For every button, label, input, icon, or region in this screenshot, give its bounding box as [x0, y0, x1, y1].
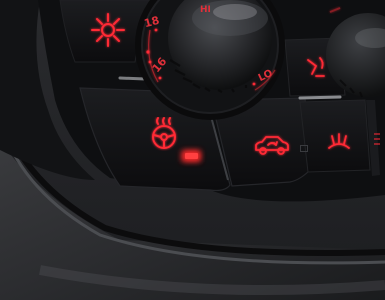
windshield-defrost-button[interactable] — [325, 130, 353, 154]
airflow-icon — [307, 57, 325, 77]
steering-heat-indicator-led — [185, 153, 198, 159]
defrost-icon — [91, 13, 125, 47]
temp-label-16: 16 — [150, 55, 170, 75]
car-recirculation-icon — [255, 136, 289, 155]
rear-defrost-button[interactable] — [88, 10, 128, 50]
airflow-mode-button[interactable] — [302, 54, 330, 82]
side-icon — [372, 130, 382, 148]
steering-wheel-heat-icon — [152, 117, 176, 149]
temp-label-18: 18 — [143, 14, 161, 31]
air-recirculation-button[interactable] — [252, 132, 292, 158]
temp-label-lo: LO — [257, 68, 275, 84]
windshield-defrost-icon — [328, 133, 350, 149]
recirculation-indicator — [300, 145, 308, 152]
steering-wheel-heat-button[interactable] — [148, 117, 180, 151]
climate-control-photo: 18 16 LO HI — [0, 0, 385, 300]
temp-label-hi: HI — [200, 5, 211, 15]
